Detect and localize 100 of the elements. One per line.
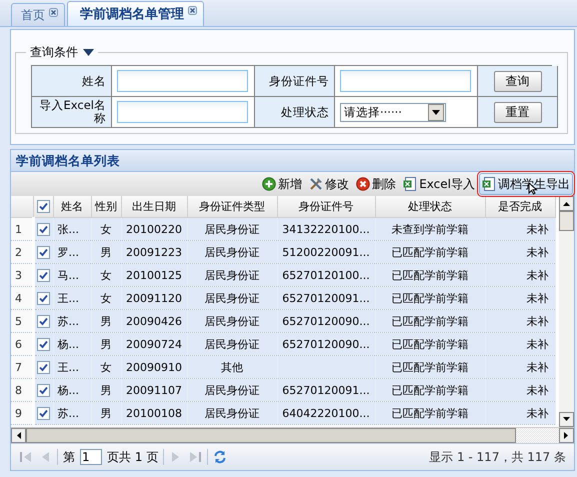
close-icon bbox=[49, 8, 58, 17]
table-cell: 王... bbox=[53, 286, 91, 310]
last-page-icon[interactable] bbox=[188, 450, 202, 464]
table-cell: 张... bbox=[53, 218, 91, 240]
table-cell: 女 bbox=[91, 286, 121, 310]
table-cell: 20100108 bbox=[121, 402, 187, 424]
table-cell: 20100220 bbox=[121, 218, 187, 240]
table-cell: 65270120100... bbox=[277, 264, 375, 286]
vertical-scrollbar[interactable] bbox=[559, 196, 574, 427]
column-header[interactable]: 姓名 bbox=[53, 196, 91, 218]
column-header[interactable]: 是否完成 bbox=[485, 196, 555, 218]
checked-checkbox[interactable] bbox=[37, 360, 50, 374]
column-header[interactable]: 性别 bbox=[91, 196, 121, 218]
table-cell: 51200220091... bbox=[277, 240, 375, 264]
checked-checkbox[interactable] bbox=[37, 314, 50, 328]
row-number: 3 bbox=[11, 264, 33, 286]
table-cell: 男 bbox=[91, 240, 121, 264]
field-label: 处理状态 bbox=[255, 97, 335, 128]
tab[interactable]: 学前调档名单管理 bbox=[67, 1, 204, 26]
table-cell: 34132220100... bbox=[277, 218, 375, 240]
column-header[interactable]: 身份证件类型 bbox=[187, 196, 277, 218]
table-cell: 马... bbox=[53, 264, 91, 286]
query-button[interactable]: 重置 bbox=[494, 102, 542, 122]
status-dropdown[interactable]: 请选择······ bbox=[340, 102, 446, 122]
tools-icon bbox=[309, 177, 324, 191]
toolbar-button[interactable]: Excel导入 bbox=[400, 173, 478, 195]
table-cell: 未补 bbox=[485, 264, 555, 286]
scroll-left-icon bbox=[11, 428, 26, 443]
table-cell: 居民身份证 bbox=[187, 264, 277, 286]
field-label: 姓名 bbox=[32, 66, 112, 97]
x-circle-icon bbox=[356, 177, 370, 191]
checked-checkbox[interactable] bbox=[37, 222, 50, 236]
row-number: 7 bbox=[11, 356, 33, 378]
table-cell: 女 bbox=[91, 218, 121, 240]
table-cell: 未补 bbox=[485, 286, 555, 310]
table-cell: 男 bbox=[91, 310, 121, 332]
row-number: 8 bbox=[11, 378, 33, 402]
toolbar-button[interactable]: 修改 bbox=[306, 173, 352, 195]
column-header[interactable]: 身份证件号 bbox=[277, 196, 375, 218]
plus-circle-icon bbox=[262, 177, 276, 191]
checked-checkbox[interactable] bbox=[37, 406, 50, 420]
row-number: 5 bbox=[11, 310, 33, 332]
page-count: 页共 1 页 bbox=[107, 448, 158, 466]
table-cell: 64042220100... bbox=[277, 402, 375, 424]
table-cell: 男 bbox=[91, 402, 121, 424]
table-cell: 20090724 bbox=[121, 332, 187, 356]
toolbar-button[interactable]: 新增 bbox=[259, 173, 306, 195]
tab[interactable]: 首页 bbox=[11, 3, 65, 26]
table-cell: 杨... bbox=[53, 332, 91, 356]
table-cell: 居民身份证 bbox=[187, 378, 277, 402]
checked-checkbox[interactable] bbox=[37, 246, 50, 258]
table-cell: 20091120 bbox=[121, 286, 187, 310]
table-cell: 已匹配学前学籍 bbox=[375, 356, 485, 378]
spreadsheet-icon bbox=[403, 177, 418, 191]
table-cell: 罗... bbox=[53, 240, 91, 264]
table-cell: 未补 bbox=[485, 402, 555, 424]
query-toggle[interactable]: 查询条件 bbox=[26, 44, 98, 61]
table-cell: 已匹配学前学籍 bbox=[375, 264, 485, 286]
collapse-arrow-icon bbox=[83, 49, 94, 56]
table-cell: 已匹配学前学籍 bbox=[375, 378, 485, 402]
horizontal-scrollbar[interactable] bbox=[11, 427, 574, 443]
text-field[interactable] bbox=[117, 101, 248, 123]
table-cell: 20090910 bbox=[121, 356, 187, 378]
text-field[interactable] bbox=[117, 70, 248, 92]
table-cell: 未查到学前学籍 bbox=[375, 218, 485, 240]
table-cell: 已匹配学前学籍 bbox=[375, 402, 485, 424]
toolbar-button[interactable]: 删除 bbox=[353, 173, 400, 195]
column-header[interactable]: 出生日期 bbox=[121, 196, 187, 218]
table-cell: 其他 bbox=[187, 356, 277, 378]
table-cell: 已匹配学前学籍 bbox=[375, 240, 485, 264]
checked-checkbox[interactable] bbox=[37, 292, 50, 304]
field-label: 导入Excel名称 bbox=[32, 97, 112, 128]
table-cell: 65270120090... bbox=[277, 310, 375, 332]
scroll-up-icon bbox=[559, 196, 574, 211]
table-cell: 苏... bbox=[53, 402, 91, 424]
scroll-thumb[interactable] bbox=[559, 211, 574, 231]
checked-checkbox[interactable] bbox=[37, 338, 50, 350]
table-cell: 女 bbox=[91, 264, 121, 286]
table-cell: 未补 bbox=[485, 218, 555, 240]
refresh-icon[interactable] bbox=[213, 450, 228, 464]
row-number: 2 bbox=[11, 240, 33, 264]
table-cell: 20100125 bbox=[121, 264, 187, 286]
table-cell: 20091223 bbox=[121, 240, 187, 264]
column-header[interactable]: 处理状态 bbox=[375, 196, 485, 218]
checked-checkbox[interactable] bbox=[36, 200, 50, 213]
scroll-thumb[interactable] bbox=[26, 428, 516, 443]
grid-title: 学前调档名单列表 bbox=[11, 150, 574, 172]
scroll-right-icon bbox=[559, 428, 574, 443]
scroll-down-icon bbox=[559, 412, 574, 427]
table-cell: 20091107 bbox=[121, 378, 187, 402]
row-number: 1 bbox=[11, 218, 33, 240]
table-cell: 未补 bbox=[485, 332, 555, 356]
table-cell: 65270120090... bbox=[277, 332, 375, 356]
query-button[interactable]: 查询 bbox=[494, 70, 542, 92]
page-number-field[interactable]: 1 bbox=[80, 449, 102, 465]
checked-checkbox[interactable] bbox=[37, 384, 50, 396]
first-page-icon[interactable] bbox=[19, 450, 33, 464]
table-cell: 居民身份证 bbox=[187, 402, 277, 424]
text-field[interactable] bbox=[340, 70, 471, 92]
checked-checkbox[interactable] bbox=[37, 268, 50, 282]
